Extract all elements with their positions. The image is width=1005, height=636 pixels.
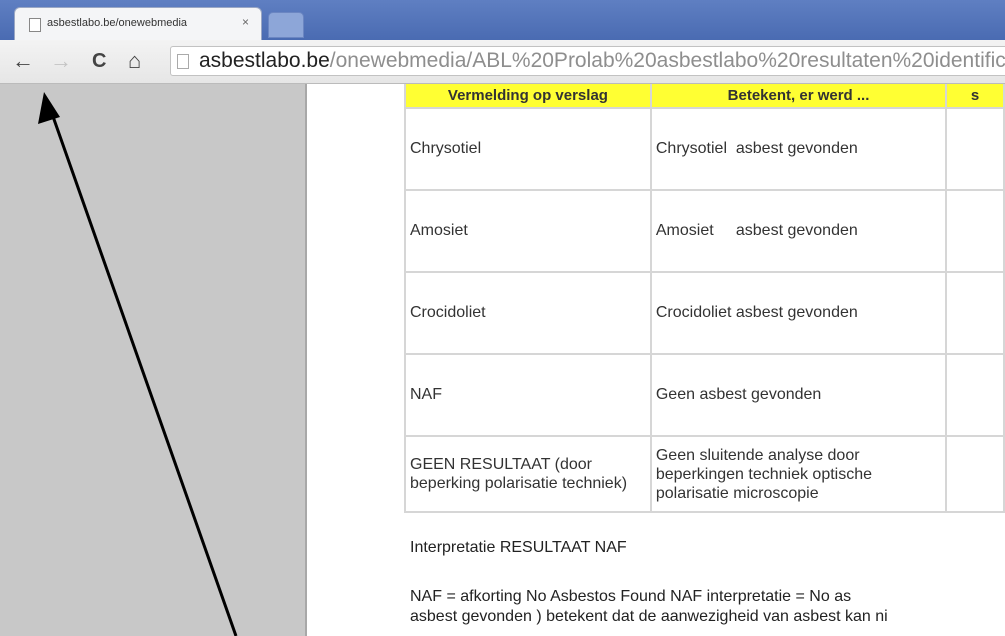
arrow-head	[38, 92, 60, 124]
arrow-annotation-icon	[38, 92, 238, 636]
arrow-shaft	[48, 107, 238, 636]
